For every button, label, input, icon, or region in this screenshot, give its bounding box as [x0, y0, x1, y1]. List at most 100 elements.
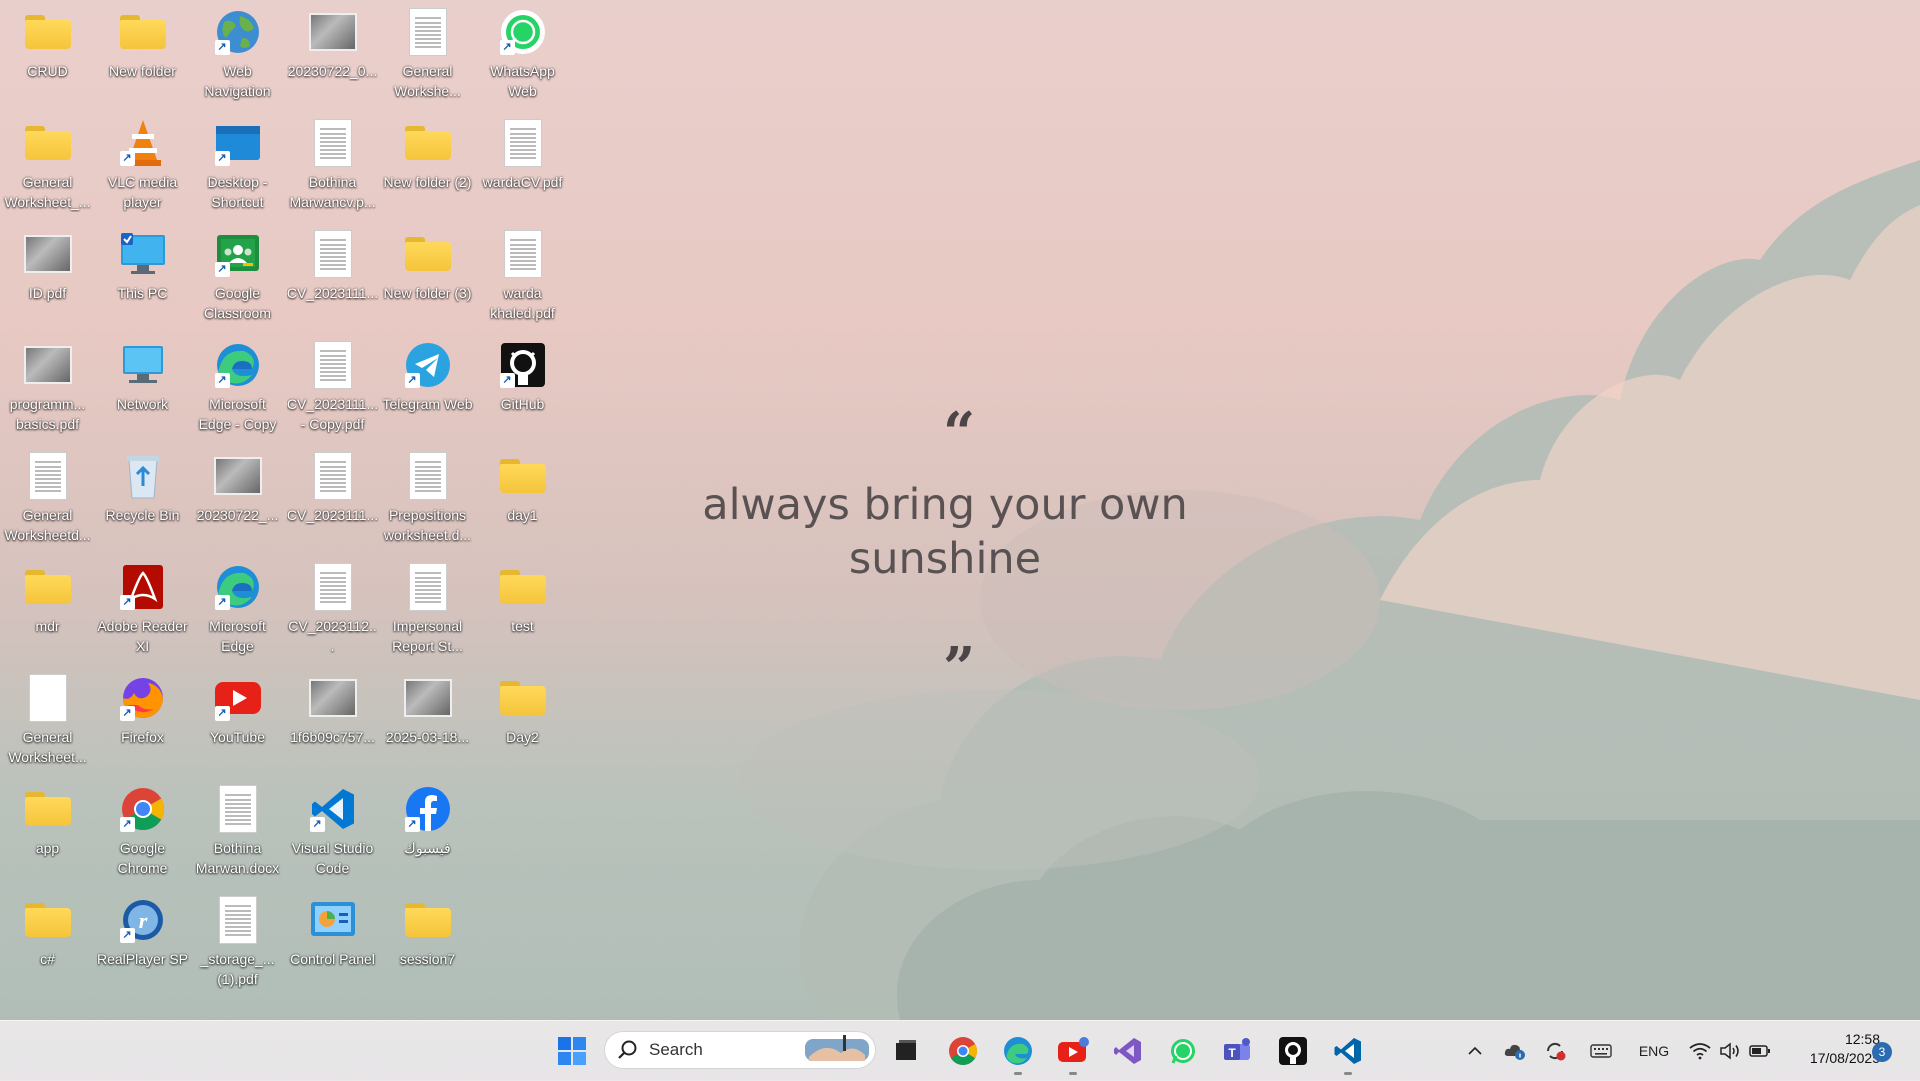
desktop-icon[interactable]: Network — [95, 333, 190, 444]
desktop-icon-label: Control Panel — [290, 951, 375, 967]
taskbar-youtube[interactable] — [1053, 1031, 1093, 1075]
desktop-icon[interactable]: ↗ Desktop - Shortcut — [190, 111, 285, 222]
desktop-icon[interactable]: General Worksheetd... — [0, 444, 95, 555]
desktop-icon-glyph: r ↗ — [117, 894, 169, 946]
desktop-icon[interactable]: ↗ VLC media player — [95, 111, 190, 222]
desktop-icon[interactable]: 20230722_0... — [285, 0, 380, 111]
desktop-icon[interactable]: warda khaled.pdf — [475, 222, 570, 333]
desktop-icon[interactable]: ↗ فيسبوك — [380, 777, 475, 888]
desktop-icon[interactable]: CV_2023111... - Copy.pdf — [285, 333, 380, 444]
taskbar-search[interactable]: Search — [604, 1031, 876, 1069]
desktop-icon-label: Recycle Bin — [105, 507, 180, 523]
desktop-icon[interactable]: ↗ Telegram Web — [380, 333, 475, 444]
desktop-icon[interactable]: programm... basics.pdf — [0, 333, 95, 444]
desktop-icon[interactable]: ID.pdf — [0, 222, 95, 333]
desktop-icon-label: 20230722_0... — [287, 63, 378, 79]
desktop-icon[interactable]: Bothina Marwancv.p... — [285, 111, 380, 222]
desktop-icon-glyph: ↗ — [117, 672, 169, 724]
taskbar-task-view[interactable] — [886, 1031, 926, 1071]
desktop-icon[interactable]: ↗ WhatsApp Web — [475, 0, 570, 111]
recycle-icon — [123, 452, 163, 500]
desktop-icon[interactable]: _storage_... (1).pdf — [190, 888, 285, 999]
running-indicator — [1014, 1072, 1022, 1075]
desktop-icon[interactable]: mdr — [0, 555, 95, 666]
desktop-icon[interactable]: Bothina Marwan.docx — [190, 777, 285, 888]
desktop-icon[interactable]: test — [475, 555, 570, 666]
desktop-icon[interactable]: Impersonal Report St... — [380, 555, 475, 666]
desktop-icon[interactable]: r ↗ RealPlayer SP — [95, 888, 190, 999]
folder-icon — [24, 15, 71, 49]
quote-close-mark: ” — [943, 635, 976, 701]
document-icon — [218, 785, 257, 833]
desktop-icon[interactable]: ↗ Google Chrome — [95, 777, 190, 888]
desktop-icon[interactable]: ↗ Microsoft Edge - Copy — [190, 333, 285, 444]
folder-icon — [404, 903, 451, 937]
desktop-icon-grid: CRUD General Worksheet_... ID.pdf programm.… — [0, 0, 600, 1020]
taskbar-visual-studio[interactable] — [1108, 1031, 1148, 1071]
desktop-icon[interactable]: session7 — [380, 888, 475, 999]
desktop-icon[interactable]: ↗ Visual Studio Code — [285, 777, 380, 888]
taskbar-teams[interactable]: T — [1218, 1031, 1258, 1071]
desktop-icon[interactable]: New folder (2) — [380, 111, 475, 222]
desktop-icon[interactable]: Day2 — [475, 666, 570, 777]
tray-volume[interactable] — [1716, 1021, 1744, 1081]
desktop-icon[interactable]: ↗ Firefox — [95, 666, 190, 777]
desktop-icon-label: Firefox — [121, 729, 164, 745]
desktop-icon[interactable]: ↗ Adobe Reader XI — [95, 555, 190, 666]
desktop-icon[interactable]: Recycle Bin — [95, 444, 190, 555]
desktop-icon[interactable]: CRUD — [0, 0, 95, 111]
tray-wifi[interactable] — [1686, 1021, 1714, 1081]
document-icon — [408, 452, 447, 500]
desktop-icon[interactable]: CV_2023111... — [285, 444, 380, 555]
taskbar-whatsapp[interactable] — [1163, 1031, 1203, 1071]
desktop-icon[interactable]: day1 — [475, 444, 570, 555]
shortcut-arrow-icon: ↗ — [119, 817, 135, 832]
desktop-icon[interactable]: ↗ Google Classroom — [190, 222, 285, 333]
show-hidden-icons[interactable] — [1462, 1021, 1488, 1081]
image-thumbnail-icon — [213, 457, 262, 495]
desktop-icon[interactable]: General Worksheet... — [0, 666, 95, 777]
tray-onedrive[interactable] — [1500, 1021, 1530, 1081]
desktop-icon-glyph — [307, 450, 359, 502]
desktop-icon-glyph — [402, 6, 454, 58]
desktop-icon[interactable]: ↗ Microsoft Edge — [190, 555, 285, 666]
taskbar-chrome[interactable] — [943, 1031, 983, 1071]
desktop-icon-glyph: ↗ — [212, 228, 264, 280]
desktop-icon[interactable]: New folder (3) — [380, 222, 475, 333]
desktop-icon[interactable]: app — [0, 777, 95, 888]
notification-badge[interactable]: 3 — [1872, 1042, 1892, 1062]
desktop-icon-glyph — [22, 561, 74, 613]
desktop-icon[interactable]: New folder — [95, 0, 190, 111]
desktop-icon[interactable]: Prepositions worksheet.d... — [380, 444, 475, 555]
desktop-icon[interactable]: ↗ Web Navigation — [190, 0, 285, 111]
teams-icon: T — [1224, 1038, 1250, 1060]
desktop-icon[interactable]: General Workshe... — [380, 0, 475, 111]
desktop-icon[interactable]: ↗ YouTube — [190, 666, 285, 777]
taskbar-edge[interactable] — [998, 1031, 1038, 1075]
taskbar-github[interactable] — [1273, 1031, 1313, 1071]
desktop-icon[interactable]: CV_2023112... — [285, 555, 380, 666]
desktop-icon-label: This PC — [117, 285, 168, 301]
desktop-icon[interactable]: 1f6b09c757... — [285, 666, 380, 777]
desktop-icon-label: test — [511, 618, 534, 634]
desktop-icon-glyph — [307, 6, 359, 58]
taskbar-vscode[interactable] — [1328, 1031, 1368, 1075]
desktop-icon[interactable]: General Worksheet_... — [0, 111, 95, 222]
start-button[interactable] — [552, 1031, 592, 1071]
tray-keyboard[interactable] — [1585, 1021, 1617, 1081]
tray-language[interactable]: ENG — [1632, 1021, 1676, 1081]
desktop-icon[interactable]: Control Panel — [285, 888, 380, 999]
desktop-icon[interactable]: This PC — [95, 222, 190, 333]
taskbar-clock[interactable]: 12:58 17/08/2025 — [1770, 1030, 1880, 1068]
desktop-icon[interactable]: ↗ GitHub — [475, 333, 570, 444]
running-indicator — [1069, 1072, 1077, 1075]
desktop-icon-glyph: ↗ — [307, 783, 359, 835]
document-icon — [218, 896, 257, 944]
tray-sync[interactable] — [1540, 1021, 1570, 1081]
desktop-icon[interactable]: CV_2023111... — [285, 222, 380, 333]
desktop-icon[interactable]: wardaCV.pdf — [475, 111, 570, 222]
desktop-icon[interactable]: c# — [0, 888, 95, 999]
desktop-icon[interactable]: 2025-03-18... — [380, 666, 475, 777]
github-icon — [1279, 1037, 1307, 1065]
desktop-icon[interactable]: 20230722_... — [190, 444, 285, 555]
